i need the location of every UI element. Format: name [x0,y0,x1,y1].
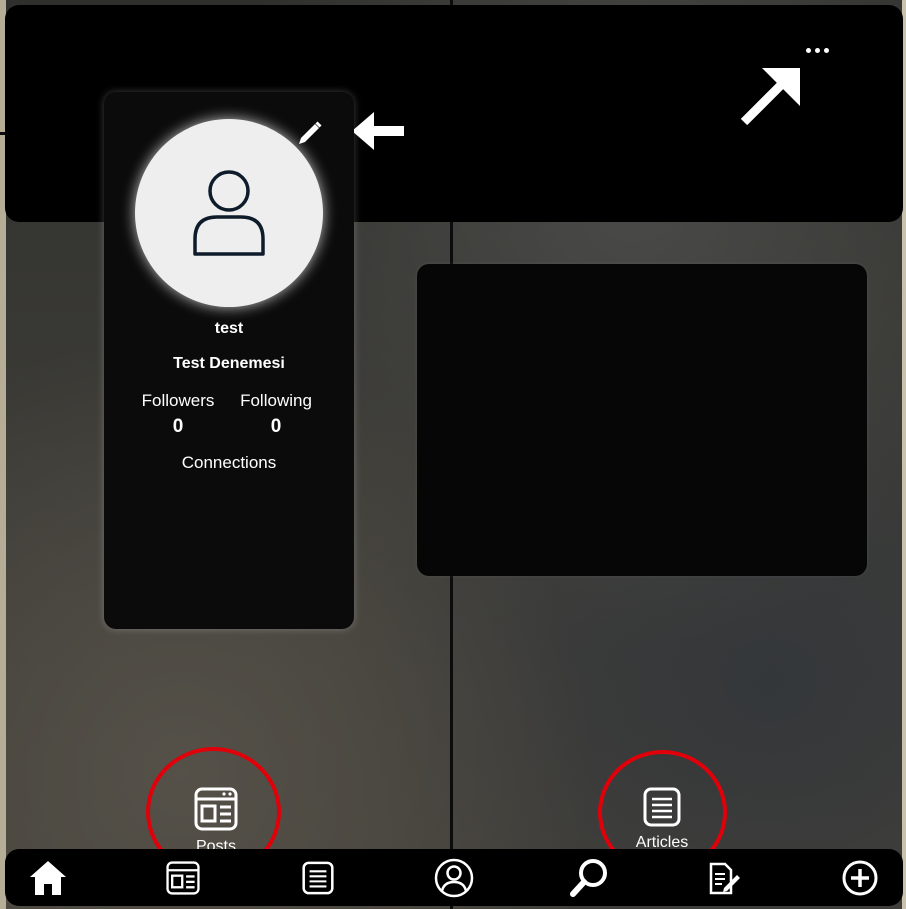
more-dot [805,47,811,53]
nav-feed[interactable] [161,857,205,899]
nav-add[interactable] [838,857,882,899]
nav-articles[interactable] [296,857,340,899]
more-dot [823,47,829,53]
nav-profile[interactable] [432,857,476,899]
following-label: Following [240,391,312,410]
connections-link[interactable]: Connections [104,453,354,473]
followers-count: 0 [172,416,184,437]
following-count: 0 [270,416,282,437]
more-dot [814,47,820,53]
document-list-icon [302,861,334,895]
content-panel [417,264,867,576]
search-icon [570,859,607,897]
following-stat[interactable]: Following 0 [221,391,331,438]
feed-icon [166,861,200,895]
home-icon [30,861,66,895]
nav-home[interactable] [26,857,70,899]
arrow-left-icon [352,112,404,150]
username: test [214,320,244,337]
more-options-button[interactable] [796,38,838,62]
full-name: Test Denemesi [173,355,285,372]
arrow-up-right-icon [740,68,800,126]
followers-stat[interactable]: Followers 0 [123,391,233,438]
add-icon [842,860,878,896]
nav-write[interactable] [702,857,746,899]
pencil-icon[interactable] [293,118,325,150]
profile-icon [434,858,474,898]
write-icon [709,862,740,895]
user-icon [193,170,265,256]
bottom-navigation [5,849,903,906]
followers-label: Followers [141,391,215,410]
nav-search[interactable] [567,857,611,899]
